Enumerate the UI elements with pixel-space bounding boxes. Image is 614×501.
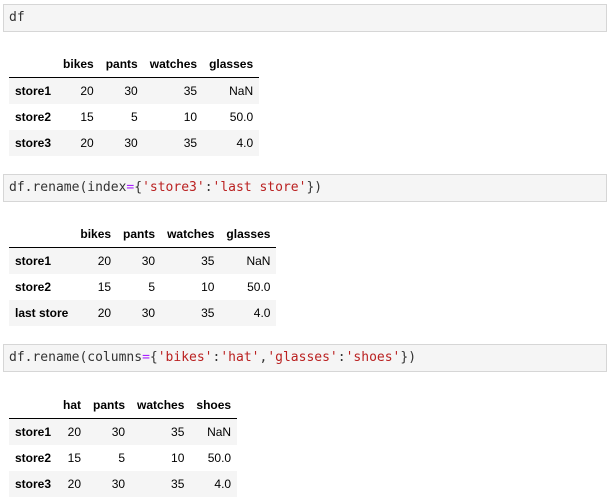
code-string-token: 'shoes' xyxy=(345,350,401,365)
column-header: watches xyxy=(131,392,191,419)
column-header: pants xyxy=(87,392,132,419)
code-token: { xyxy=(134,180,143,195)
table-cell: 5 xyxy=(118,451,126,465)
column-header: pants xyxy=(99,51,144,78)
column-header: bikes xyxy=(57,51,100,78)
table-cell: 50.0 xyxy=(207,451,232,465)
output-table-1: bikes pants watches glasses store1 20 30 35 NaN… xyxy=(9,51,260,156)
row-index-label: store3 xyxy=(15,477,52,491)
table-cell: 30 xyxy=(111,425,126,439)
output-table-2: bikes pants watches glasses store1 20 30 35 NaN… xyxy=(9,221,277,326)
table-row: last store 20 30 35 4.0 xyxy=(9,300,277,326)
table-cell: 35 xyxy=(171,425,185,439)
table-cell: NaN xyxy=(207,425,232,439)
row-index-label: store1 xyxy=(15,425,52,439)
table-cell: 35 xyxy=(201,306,215,320)
table-cell: 5 xyxy=(148,280,156,294)
table-cell: 30 xyxy=(111,477,126,491)
table-row: store3 20 30 35 4.0 xyxy=(9,130,260,156)
code-token: }) xyxy=(306,180,323,195)
table-cell: 10 xyxy=(201,280,215,294)
code-cell-2[interactable]: df.rename(index={'store3':'last store'}) xyxy=(3,174,607,202)
row-index-label: last store xyxy=(15,306,69,320)
code-string-token: 'store3' xyxy=(142,180,205,195)
index-header-cell xyxy=(9,392,58,419)
table-cell: 30 xyxy=(141,254,156,268)
table-cell: 20 xyxy=(67,477,82,491)
table-cell: 10 xyxy=(183,110,198,124)
column-header: shoes xyxy=(190,392,238,419)
table-cell: 35 xyxy=(201,254,215,268)
table-row: store2 15 5 10 50.0 xyxy=(9,274,277,300)
table-cell: 4.0 xyxy=(214,477,232,491)
row-index-label: store1 xyxy=(15,84,52,98)
column-header: pants xyxy=(117,221,162,248)
table-row: store1 20 30 35 NaN xyxy=(9,247,277,274)
row-index-label: store3 xyxy=(15,136,52,150)
column-header: hat xyxy=(57,392,88,419)
table-cell: 20 xyxy=(97,306,112,320)
code-token: { xyxy=(149,350,158,365)
row-index-label: store2 xyxy=(15,451,52,465)
table-cell: 20 xyxy=(80,136,94,150)
table-header-row: hat pants watches shoes xyxy=(9,392,238,419)
table-cell: 15 xyxy=(80,110,94,124)
table-cell: 15 xyxy=(97,280,112,294)
code-token: df xyxy=(9,10,25,25)
code-string-token: 'hat' xyxy=(220,350,260,365)
table-cell: 4.0 xyxy=(253,306,271,320)
table-cell: 4.0 xyxy=(236,136,254,150)
row-index-label: store2 xyxy=(15,110,52,124)
code-operator-token: = xyxy=(142,350,150,365)
output-table-3: hat pants watches shoes store1 20 30 35 NaN stor… xyxy=(9,392,238,497)
table-cell: 50.0 xyxy=(247,280,271,294)
row-index-label: store2 xyxy=(15,280,52,294)
index-header-cell xyxy=(9,51,58,78)
code-token: : xyxy=(337,350,346,365)
table-cell: 20 xyxy=(97,254,112,268)
column-header: bikes xyxy=(74,221,118,248)
table-header-row: bikes pants watches glasses xyxy=(9,221,277,248)
code-string-token: 'glasses' xyxy=(267,350,338,365)
table-row: store3 20 30 35 4.0 xyxy=(9,471,238,497)
index-header-cell xyxy=(9,221,75,248)
table-cell: NaN xyxy=(246,254,271,268)
row-index-label: store1 xyxy=(15,254,52,268)
code-token: df.rename(columns xyxy=(9,350,143,365)
table-cell: 20 xyxy=(80,84,94,98)
table-header-row: bikes pants watches glasses xyxy=(9,51,260,78)
table-cell: 20 xyxy=(67,425,82,439)
table-cell: 30 xyxy=(141,306,156,320)
code-cell-1[interactable]: df xyxy=(3,4,607,32)
table-cell: 10 xyxy=(171,451,185,465)
table-row: store2 15 5 10 50.0 xyxy=(9,445,238,471)
column-header: glasses xyxy=(220,221,277,248)
table-cell: NaN xyxy=(229,84,254,98)
table-row: store1 20 30 35 NaN xyxy=(9,77,260,104)
code-cell-3[interactable]: df.rename(columns={'bikes':'hat','glasse… xyxy=(3,344,607,372)
table-cell: 30 xyxy=(124,84,138,98)
column-header: glasses xyxy=(203,51,260,78)
table-row: store1 20 30 35 NaN xyxy=(9,418,238,445)
code-string-token: 'bikes' xyxy=(157,350,213,365)
code-token: }) xyxy=(400,350,417,365)
table-cell: 35 xyxy=(171,477,185,491)
column-header: watches xyxy=(161,221,221,248)
table-cell: 35 xyxy=(183,136,198,150)
table-cell: 30 xyxy=(124,136,138,150)
table-cell: 15 xyxy=(67,451,82,465)
code-token: df.rename(index xyxy=(9,180,127,195)
column-header: watches xyxy=(143,51,204,78)
table-cell: 5 xyxy=(131,110,138,124)
table-cell: 50.0 xyxy=(229,110,254,124)
code-token: : xyxy=(204,180,213,195)
table-cell: 35 xyxy=(183,84,198,98)
code-string-token: 'last store' xyxy=(212,180,307,195)
table-row: store2 15 5 10 50.0 xyxy=(9,104,260,130)
